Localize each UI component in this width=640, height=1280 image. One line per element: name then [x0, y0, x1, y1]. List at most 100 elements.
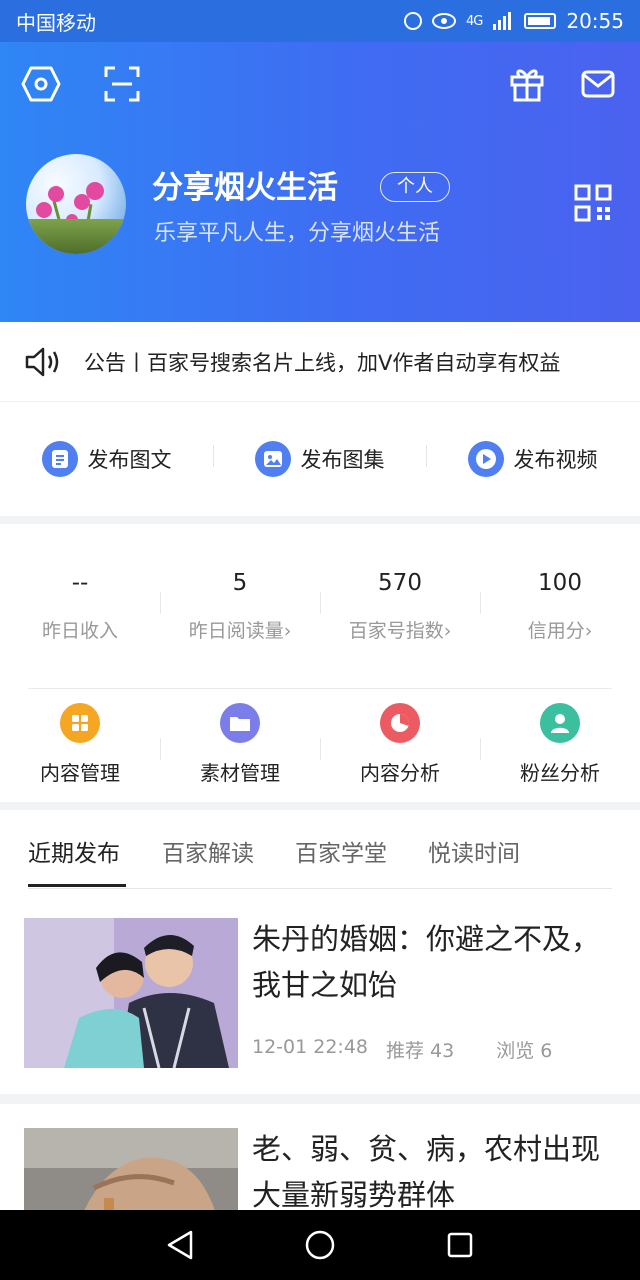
- settings-button[interactable]: [21, 64, 61, 104]
- tool-label: 内容分析: [360, 761, 440, 785]
- tabs-divider: [28, 888, 612, 889]
- back-triangle-icon: [167, 1230, 193, 1260]
- scan-icon: [104, 66, 140, 102]
- content-management-button[interactable]: 内容管理: [0, 690, 160, 802]
- article-thumbnail: [24, 918, 238, 1068]
- publish-article-label: 发布图文: [87, 448, 172, 472]
- article-item[interactable]: 老、弱、贫、病，农村出现大量新弱势群体: [0, 1104, 640, 1210]
- tools-grid: 内容管理 素材管理 内容分析 粉丝分析: [0, 690, 640, 802]
- pie-icon: [380, 703, 420, 743]
- avatar-flower: [86, 182, 104, 200]
- article-item[interactable]: 朱丹的婚姻：你避之不及，我甘之如饴 12-01 22:48 推荐 43 浏览 6: [0, 906, 640, 1096]
- tool-label: 素材管理: [200, 761, 280, 785]
- article-thumbnail: [24, 1128, 238, 1210]
- stat-baijiahao-index[interactable]: 570 百家号指数›: [320, 524, 480, 684]
- header-toolbar: [0, 64, 640, 104]
- signal-icon: [493, 12, 512, 30]
- tool-label: 粉丝分析: [520, 761, 600, 785]
- hexagon-settings-icon: [21, 66, 61, 102]
- section-divider: [0, 1094, 640, 1104]
- profile-header: 分享烟火生活 个人 乐享平凡人生，分享烟火生活: [0, 42, 640, 322]
- publish-article-button[interactable]: 发布图文: [0, 441, 213, 477]
- tab-reading-time[interactable]: 悦读时间: [428, 834, 520, 868]
- stat-value: 570: [378, 570, 422, 596]
- article-recommend-count: 推荐 43: [386, 1040, 455, 1062]
- home-circle-icon: [305, 1230, 335, 1260]
- material-management-button[interactable]: 素材管理: [160, 690, 320, 802]
- avatar-grass: [26, 219, 126, 254]
- stat-value: 5: [232, 570, 248, 596]
- content-tabs: 近期发布 百家解读 百家学堂 悦读时间: [0, 810, 640, 890]
- chevron-right-icon: ›: [584, 620, 593, 642]
- stats-divider: [28, 688, 612, 689]
- publish-actions: 发布图文 发布图集 发布视频: [0, 402, 640, 516]
- status-bar: 中国移动 4G 20:55: [0, 0, 640, 42]
- stats-panel: -- 昨日收入 5 昨日阅读量› 570 百家号指数› 100 信用分›: [0, 524, 640, 684]
- scan-button[interactable]: [102, 64, 142, 104]
- tab-academy[interactable]: 百家学堂: [295, 834, 387, 868]
- tool-label: 内容管理: [40, 761, 120, 785]
- chevron-right-icon: ›: [283, 620, 292, 642]
- gift-button[interactable]: [507, 64, 547, 104]
- notice-text[interactable]: 公告丨百家号搜索名片上线，加V作者自动享有权益: [84, 347, 560, 377]
- article-meta: 12-01 22:48 推荐 43 浏览 6: [252, 1036, 552, 1063]
- notice-bar[interactable]: 公告丨百家号搜索名片上线，加V作者自动享有权益: [0, 322, 640, 402]
- doc-icon: [41, 441, 78, 477]
- stat-label: 信用分: [527, 620, 585, 642]
- stat-label: 昨日阅读量: [188, 620, 284, 642]
- eye-icon: [432, 13, 456, 29]
- publish-gallery-label: 发布图集: [300, 448, 385, 472]
- system-nav-bar: [0, 1210, 640, 1280]
- clock: 20:55: [566, 9, 624, 33]
- home-button[interactable]: [300, 1225, 340, 1265]
- stat-label-row: 昨日阅读量›: [160, 616, 320, 643]
- fans-analysis-button[interactable]: 粉丝分析: [480, 690, 640, 802]
- grid-icon: [60, 703, 100, 743]
- qrcode-icon: [574, 184, 612, 222]
- recents-button[interactable]: [440, 1225, 480, 1265]
- avatar[interactable]: [26, 154, 126, 254]
- avatar-flower: [48, 186, 64, 202]
- play-icon: [467, 441, 504, 477]
- article-title: 朱丹的婚姻：你避之不及，我甘之如饴: [252, 922, 601, 1002]
- battery-icon: [524, 13, 557, 29]
- stat-yesterday-income: -- 昨日收入: [0, 524, 160, 684]
- tab-interpretation[interactable]: 百家解读: [162, 834, 254, 868]
- stat-label: 百家号指数: [348, 620, 444, 642]
- stat-label-row: 信用分›: [480, 616, 640, 643]
- folder-icon: [220, 703, 260, 743]
- gift-icon: [510, 69, 544, 102]
- qrcode-button[interactable]: [574, 184, 612, 222]
- publish-gallery-button[interactable]: 发布图集: [213, 441, 426, 477]
- elderly-hands-photo: [24, 1128, 238, 1210]
- section-divider: [0, 516, 640, 524]
- recents-square-icon: [447, 1232, 473, 1258]
- stat-value: --: [71, 570, 89, 596]
- stat-credit-score[interactable]: 100 信用分›: [480, 524, 640, 684]
- stat-yesterday-reads[interactable]: 5 昨日阅读量›: [160, 524, 320, 684]
- tab-recent-posts[interactable]: 近期发布: [28, 834, 120, 868]
- carrier-label: 中国移动: [16, 10, 96, 35]
- stat-label-row: 百家号指数›: [320, 616, 480, 643]
- status-icons: 4G 20:55: [404, 9, 624, 33]
- article-date: 12-01 22:48: [252, 1036, 369, 1058]
- stat-value: 100: [538, 570, 582, 596]
- section-divider: [0, 802, 640, 810]
- back-button[interactable]: [160, 1225, 200, 1265]
- avatar-flower: [36, 202, 52, 218]
- alarm-icon: [404, 12, 422, 30]
- article-view-count: 浏览 6: [496, 1040, 553, 1062]
- mail-icon: [581, 70, 615, 98]
- network-label: 4G: [466, 13, 483, 29]
- chevron-right-icon: ›: [443, 620, 452, 642]
- stat-label: 昨日收入: [41, 620, 118, 642]
- message-button[interactable]: [578, 64, 618, 104]
- image-icon: [254, 441, 291, 477]
- user-icon: [540, 703, 580, 743]
- couple-photo: [24, 918, 238, 1068]
- speaker-icon: [25, 347, 59, 376]
- publish-video-button[interactable]: 发布视频: [426, 441, 639, 477]
- profile-name[interactable]: 分享烟火生活: [152, 162, 338, 207]
- article-title: 老、弱、贫、病，农村出现大量新弱势群体: [252, 1132, 601, 1210]
- content-analysis-button[interactable]: 内容分析: [320, 690, 480, 802]
